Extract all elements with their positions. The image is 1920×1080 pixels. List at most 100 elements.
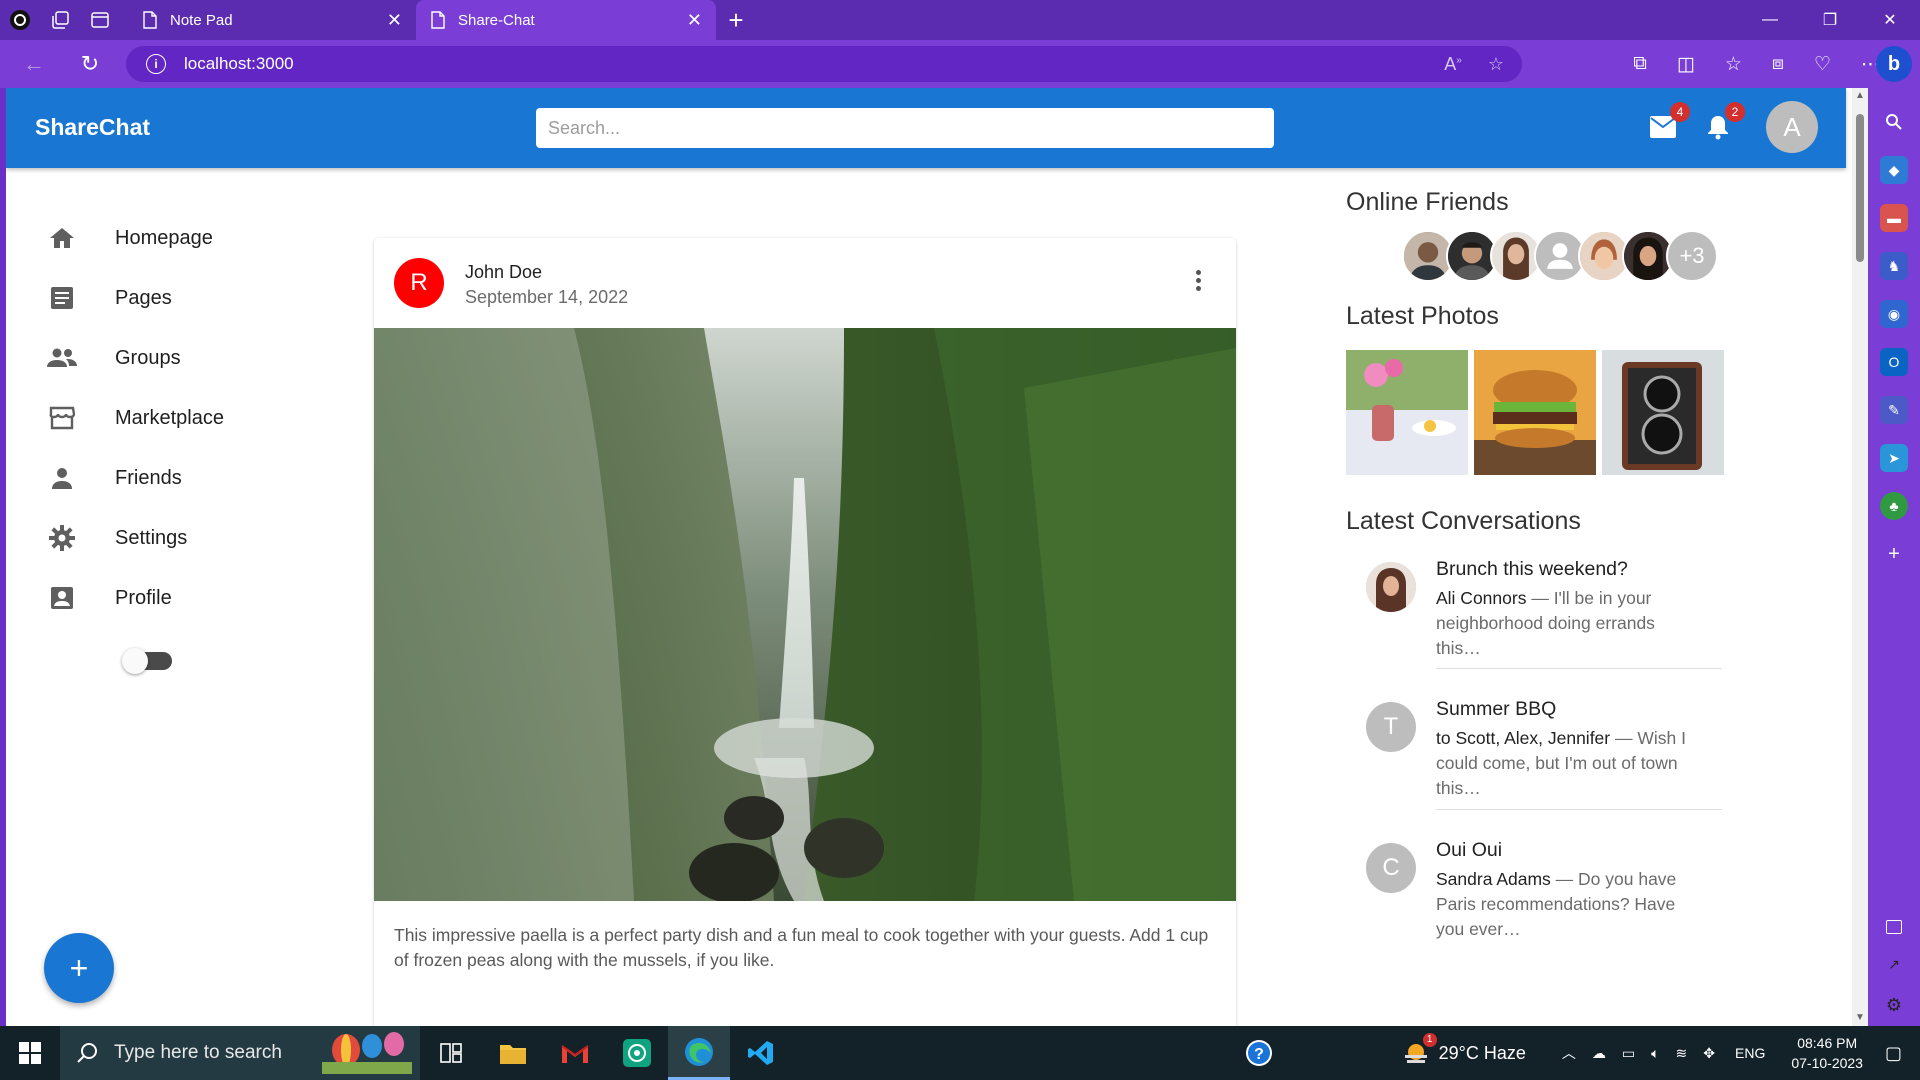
- add-app-icon[interactable]: +: [1880, 540, 1908, 568]
- tab-note-pad[interactable]: Note Pad ✕: [128, 0, 416, 40]
- window-close-button[interactable]: ✕: [1860, 0, 1920, 40]
- close-icon[interactable]: ✕: [387, 10, 402, 31]
- restore-button[interactable]: ❐: [1800, 0, 1860, 40]
- workspaces-icon[interactable]: [40, 0, 80, 40]
- read-aloud-icon[interactable]: A»: [1444, 54, 1462, 75]
- browser-essentials-icon[interactable]: ♡: [1814, 53, 1831, 76]
- language-indicator[interactable]: ENG: [1735, 1045, 1765, 1061]
- taskbar-search-placeholder: Type here to search: [114, 1042, 282, 1063]
- battery-icon[interactable]: ▭: [1622, 1045, 1635, 1062]
- task-view-icon[interactable]: [420, 1026, 482, 1080]
- system-clock[interactable]: 08:46 PM 07-10-2023: [1791, 1033, 1863, 1073]
- bell-icon: [1708, 116, 1728, 140]
- chatgpt-icon[interactable]: [606, 1026, 668, 1080]
- microsoft-365-icon[interactable]: ◉: [1880, 300, 1908, 328]
- account-box-icon: [47, 583, 77, 613]
- post-date: September 14, 2022: [465, 287, 629, 307]
- sidebar-item-profile[interactable]: Profile: [6, 568, 326, 628]
- favorites-icon[interactable]: ☆: [1725, 53, 1742, 76]
- back-button[interactable]: ←: [12, 42, 56, 86]
- scrollbar-thumb[interactable]: [1856, 114, 1864, 262]
- outlook-icon[interactable]: O: [1880, 348, 1908, 376]
- storefront-icon: [47, 403, 77, 433]
- scroll-up-arrow[interactable]: ▲: [1854, 90, 1866, 102]
- volume-icon[interactable]: 🔈︎: [1651, 1045, 1659, 1062]
- dropbox-icon[interactable]: ✥: [1703, 1045, 1715, 1062]
- help-icon[interactable]: ?: [1245, 1039, 1273, 1072]
- profile-icon[interactable]: [0, 0, 40, 40]
- conversation-title: Summer BBQ: [1436, 698, 1557, 720]
- games-icon[interactable]: ♞: [1880, 252, 1908, 280]
- conversation-item[interactable]: Brunch this weekend? Ali Connors — I'll …: [1346, 558, 1722, 698]
- scroll-down-arrow[interactable]: ▼: [1854, 1012, 1866, 1024]
- url-text[interactable]: localhost:3000: [184, 54, 294, 74]
- notifications-button[interactable]: 2: [1703, 102, 1745, 142]
- sidebar-item-pages[interactable]: Pages: [6, 268, 326, 328]
- sidebar-item-groups[interactable]: Groups: [6, 328, 326, 388]
- page-scrollbar[interactable]: ▲ ▼: [1852, 88, 1868, 1026]
- minimize-button[interactable]: —: [1740, 0, 1800, 40]
- app-logo[interactable]: ShareChat: [35, 114, 150, 141]
- mail-badge: 4: [1670, 102, 1690, 122]
- conversation-item[interactable]: C Oui Oui Sandra Adams — Do you have Par…: [1346, 839, 1722, 959]
- weather-icon: 1: [1403, 1032, 1437, 1068]
- sidebar-item-settings[interactable]: Settings: [6, 508, 326, 568]
- sidebar-item-homepage[interactable]: Homepage: [6, 208, 326, 268]
- photo-thumbnail[interactable]: [1346, 350, 1468, 475]
- sidebar-item-friends[interactable]: Friends: [6, 448, 326, 508]
- dark-mode-icon: [50, 650, 60, 672]
- shopping-tag-icon[interactable]: ◆: [1880, 156, 1908, 184]
- refresh-button[interactable]: ↻: [68, 42, 112, 86]
- tools-icon[interactable]: ▬: [1880, 204, 1908, 232]
- more-friends-count[interactable]: +3: [1666, 230, 1718, 282]
- avatar[interactable]: A: [1766, 101, 1818, 153]
- online-friends-title: Online Friends: [1346, 188, 1509, 216]
- sidebar-item-label: Marketplace: [115, 406, 224, 429]
- conversation-item[interactable]: T Summer BBQ to Scott, Alex, Jennifer — …: [1346, 698, 1722, 838]
- sidebar-layout-icon[interactable]: [1885, 920, 1902, 934]
- svg-text:?: ?: [1254, 1046, 1264, 1063]
- conversation-sender: Ali Connors: [1436, 588, 1527, 608]
- dark-mode-toggle[interactable]: [122, 648, 172, 674]
- weather-widget[interactable]: 1 29°C Haze: [1403, 1032, 1526, 1068]
- telegram-icon[interactable]: ➤: [1880, 444, 1908, 472]
- group-icon: [47, 343, 77, 373]
- open-external-icon[interactable]: ↗: [1888, 956, 1900, 973]
- wifi-icon[interactable]: ≋: [1676, 1045, 1688, 1062]
- copilot-icon[interactable]: b: [1876, 46, 1912, 82]
- windows-start-icon[interactable]: [0, 1026, 60, 1080]
- onedrive-icon[interactable]: ☁: [1592, 1045, 1606, 1062]
- tree-icon[interactable]: ♣: [1880, 492, 1908, 520]
- close-icon[interactable]: ✕: [687, 10, 702, 31]
- photo-thumbnail[interactable]: [1474, 350, 1596, 475]
- split-screen-icon[interactable]: ◫: [1677, 53, 1695, 76]
- more-vert-icon[interactable]: [1186, 266, 1210, 294]
- tab-actions-icon[interactable]: [80, 0, 120, 40]
- tab-share-chat[interactable]: Share-Chat ✕: [416, 0, 716, 40]
- sidebar-settings-icon[interactable]: ⚙: [1886, 995, 1902, 1016]
- favorite-star-icon[interactable]: ☆: [1488, 54, 1504, 75]
- address-bar[interactable]: i localhost:3000 A» ☆: [126, 46, 1522, 82]
- clock-time: 08:46 PM: [1797, 1035, 1858, 1051]
- designer-icon[interactable]: ✎: [1880, 396, 1908, 424]
- file-explorer-icon[interactable]: [482, 1026, 544, 1080]
- collections-icon[interactable]: ⧈: [1772, 53, 1784, 75]
- add-post-button[interactable]: +: [44, 933, 114, 1003]
- edge-browser-icon[interactable]: [668, 1026, 730, 1080]
- vscode-icon[interactable]: [730, 1026, 792, 1080]
- mail-button[interactable]: 4: [1648, 102, 1690, 142]
- gmail-icon[interactable]: [544, 1026, 606, 1080]
- chevron-up-icon[interactable]: ︿: [1562, 1043, 1576, 1063]
- info-icon[interactable]: i: [146, 54, 166, 74]
- post-avatar[interactable]: R: [394, 258, 444, 308]
- extensions-icon[interactable]: ⧉: [1633, 53, 1647, 75]
- notification-center-icon[interactable]: ▢: [1885, 1043, 1902, 1064]
- sidebar-item-label: Pages: [115, 286, 172, 309]
- edge-sidebar: ◆ ▬ ♞ ◉ O ✎ ➤ ♣ + ↗ ⚙: [1868, 88, 1920, 1026]
- new-tab-button[interactable]: +: [716, 0, 756, 40]
- sidebar-item-marketplace[interactable]: Marketplace: [6, 388, 326, 448]
- photo-thumbnail[interactable]: [1602, 350, 1724, 475]
- search-icon[interactable]: [1880, 108, 1908, 136]
- search-input[interactable]: [536, 108, 1274, 148]
- taskbar-search-box[interactable]: Type here to search: [60, 1026, 420, 1080]
